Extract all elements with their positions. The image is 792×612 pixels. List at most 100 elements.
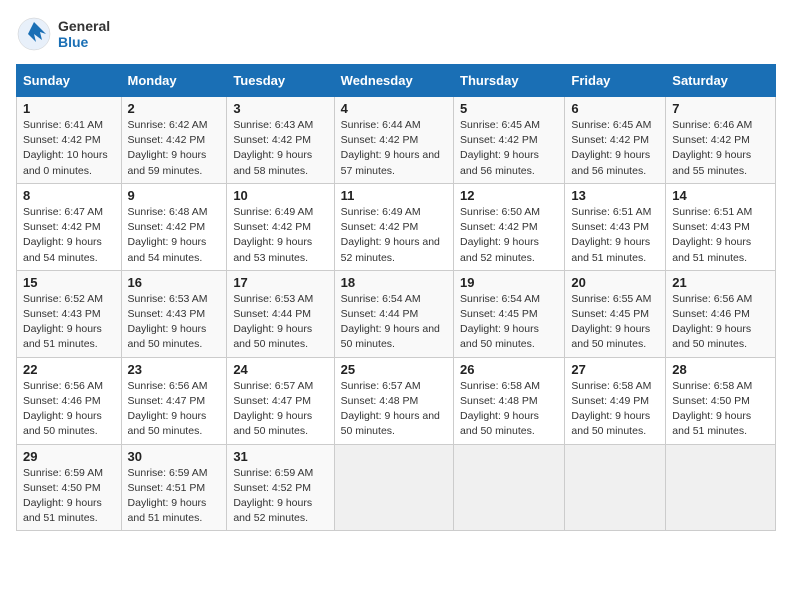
day-number: 28 bbox=[672, 362, 769, 377]
day-info: Sunrise: 6:45 AM Sunset: 4:42 PM Dayligh… bbox=[460, 118, 558, 179]
calendar-cell: 5 Sunrise: 6:45 AM Sunset: 4:42 PM Dayli… bbox=[454, 97, 565, 184]
day-number: 21 bbox=[672, 275, 769, 290]
day-number: 5 bbox=[460, 101, 558, 116]
day-info: Sunrise: 6:42 AM Sunset: 4:42 PM Dayligh… bbox=[128, 118, 221, 179]
calendar-cell: 14 Sunrise: 6:51 AM Sunset: 4:43 PM Dayl… bbox=[666, 183, 776, 270]
calendar-cell: 31 Sunrise: 6:59 AM Sunset: 4:52 PM Dayl… bbox=[227, 444, 334, 531]
calendar-cell: 18 Sunrise: 6:54 AM Sunset: 4:44 PM Dayl… bbox=[334, 270, 453, 357]
day-info: Sunrise: 6:49 AM Sunset: 4:42 PM Dayligh… bbox=[341, 205, 447, 266]
header: General Blue bbox=[16, 16, 776, 52]
day-number: 4 bbox=[341, 101, 447, 116]
day-number: 31 bbox=[233, 449, 327, 464]
day-number: 24 bbox=[233, 362, 327, 377]
calendar-cell: 13 Sunrise: 6:51 AM Sunset: 4:43 PM Dayl… bbox=[565, 183, 666, 270]
day-number: 15 bbox=[23, 275, 115, 290]
day-number: 27 bbox=[571, 362, 659, 377]
calendar-cell: 24 Sunrise: 6:57 AM Sunset: 4:47 PM Dayl… bbox=[227, 357, 334, 444]
day-info: Sunrise: 6:57 AM Sunset: 4:48 PM Dayligh… bbox=[341, 379, 447, 440]
day-number: 8 bbox=[23, 188, 115, 203]
calendar-cell: 30 Sunrise: 6:59 AM Sunset: 4:51 PM Dayl… bbox=[121, 444, 227, 531]
day-number: 20 bbox=[571, 275, 659, 290]
day-number: 13 bbox=[571, 188, 659, 203]
calendar-cell bbox=[334, 444, 453, 531]
calendar-cell: 20 Sunrise: 6:55 AM Sunset: 4:45 PM Dayl… bbox=[565, 270, 666, 357]
calendar-cell: 3 Sunrise: 6:43 AM Sunset: 4:42 PM Dayli… bbox=[227, 97, 334, 184]
day-info: Sunrise: 6:57 AM Sunset: 4:47 PM Dayligh… bbox=[233, 379, 327, 440]
day-number: 9 bbox=[128, 188, 221, 203]
calendar-cell: 19 Sunrise: 6:54 AM Sunset: 4:45 PM Dayl… bbox=[454, 270, 565, 357]
day-info: Sunrise: 6:52 AM Sunset: 4:43 PM Dayligh… bbox=[23, 292, 115, 353]
calendar-cell: 28 Sunrise: 6:58 AM Sunset: 4:50 PM Dayl… bbox=[666, 357, 776, 444]
calendar-cell: 8 Sunrise: 6:47 AM Sunset: 4:42 PM Dayli… bbox=[17, 183, 122, 270]
day-info: Sunrise: 6:59 AM Sunset: 4:52 PM Dayligh… bbox=[233, 466, 327, 527]
day-number: 1 bbox=[23, 101, 115, 116]
calendar-cell: 17 Sunrise: 6:53 AM Sunset: 4:44 PM Dayl… bbox=[227, 270, 334, 357]
calendar-cell: 15 Sunrise: 6:52 AM Sunset: 4:43 PM Dayl… bbox=[17, 270, 122, 357]
day-info: Sunrise: 6:51 AM Sunset: 4:43 PM Dayligh… bbox=[672, 205, 769, 266]
day-info: Sunrise: 6:41 AM Sunset: 4:42 PM Dayligh… bbox=[23, 118, 115, 179]
logo-general: General bbox=[58, 18, 110, 34]
column-header-saturday: Saturday bbox=[666, 65, 776, 97]
calendar-header-row: SundayMondayTuesdayWednesdayThursdayFrid… bbox=[17, 65, 776, 97]
calendar-table: SundayMondayTuesdayWednesdayThursdayFrid… bbox=[16, 64, 776, 531]
day-number: 30 bbox=[128, 449, 221, 464]
calendar-cell: 1 Sunrise: 6:41 AM Sunset: 4:42 PM Dayli… bbox=[17, 97, 122, 184]
day-number: 22 bbox=[23, 362, 115, 377]
calendar-cell bbox=[454, 444, 565, 531]
column-header-tuesday: Tuesday bbox=[227, 65, 334, 97]
calendar-cell: 25 Sunrise: 6:57 AM Sunset: 4:48 PM Dayl… bbox=[334, 357, 453, 444]
day-info: Sunrise: 6:58 AM Sunset: 4:49 PM Dayligh… bbox=[571, 379, 659, 440]
day-info: Sunrise: 6:45 AM Sunset: 4:42 PM Dayligh… bbox=[571, 118, 659, 179]
day-info: Sunrise: 6:58 AM Sunset: 4:48 PM Dayligh… bbox=[460, 379, 558, 440]
calendar-cell: 21 Sunrise: 6:56 AM Sunset: 4:46 PM Dayl… bbox=[666, 270, 776, 357]
day-number: 12 bbox=[460, 188, 558, 203]
calendar-cell: 23 Sunrise: 6:56 AM Sunset: 4:47 PM Dayl… bbox=[121, 357, 227, 444]
column-header-sunday: Sunday bbox=[17, 65, 122, 97]
day-info: Sunrise: 6:44 AM Sunset: 4:42 PM Dayligh… bbox=[341, 118, 447, 179]
logo-icon bbox=[16, 16, 52, 52]
calendar-cell: 6 Sunrise: 6:45 AM Sunset: 4:42 PM Dayli… bbox=[565, 97, 666, 184]
day-number: 19 bbox=[460, 275, 558, 290]
day-number: 2 bbox=[128, 101, 221, 116]
calendar-cell: 26 Sunrise: 6:58 AM Sunset: 4:48 PM Dayl… bbox=[454, 357, 565, 444]
day-number: 16 bbox=[128, 275, 221, 290]
calendar-cell bbox=[666, 444, 776, 531]
calendar-cell: 9 Sunrise: 6:48 AM Sunset: 4:42 PM Dayli… bbox=[121, 183, 227, 270]
calendar-week-row: 8 Sunrise: 6:47 AM Sunset: 4:42 PM Dayli… bbox=[17, 183, 776, 270]
day-info: Sunrise: 6:51 AM Sunset: 4:43 PM Dayligh… bbox=[571, 205, 659, 266]
day-info: Sunrise: 6:54 AM Sunset: 4:44 PM Dayligh… bbox=[341, 292, 447, 353]
logo: General Blue bbox=[16, 16, 110, 52]
column-header-friday: Friday bbox=[565, 65, 666, 97]
calendar-cell: 27 Sunrise: 6:58 AM Sunset: 4:49 PM Dayl… bbox=[565, 357, 666, 444]
day-number: 17 bbox=[233, 275, 327, 290]
calendar-cell: 12 Sunrise: 6:50 AM Sunset: 4:42 PM Dayl… bbox=[454, 183, 565, 270]
day-info: Sunrise: 6:43 AM Sunset: 4:42 PM Dayligh… bbox=[233, 118, 327, 179]
day-number: 3 bbox=[233, 101, 327, 116]
calendar-cell: 22 Sunrise: 6:56 AM Sunset: 4:46 PM Dayl… bbox=[17, 357, 122, 444]
day-info: Sunrise: 6:53 AM Sunset: 4:44 PM Dayligh… bbox=[233, 292, 327, 353]
day-number: 26 bbox=[460, 362, 558, 377]
day-number: 6 bbox=[571, 101, 659, 116]
day-info: Sunrise: 6:56 AM Sunset: 4:46 PM Dayligh… bbox=[672, 292, 769, 353]
calendar-week-row: 22 Sunrise: 6:56 AM Sunset: 4:46 PM Dayl… bbox=[17, 357, 776, 444]
day-info: Sunrise: 6:47 AM Sunset: 4:42 PM Dayligh… bbox=[23, 205, 115, 266]
column-header-thursday: Thursday bbox=[454, 65, 565, 97]
day-number: 10 bbox=[233, 188, 327, 203]
calendar-cell: 4 Sunrise: 6:44 AM Sunset: 4:42 PM Dayli… bbox=[334, 97, 453, 184]
day-info: Sunrise: 6:58 AM Sunset: 4:50 PM Dayligh… bbox=[672, 379, 769, 440]
day-number: 14 bbox=[672, 188, 769, 203]
calendar-cell: 29 Sunrise: 6:59 AM Sunset: 4:50 PM Dayl… bbox=[17, 444, 122, 531]
calendar-cell: 11 Sunrise: 6:49 AM Sunset: 4:42 PM Dayl… bbox=[334, 183, 453, 270]
day-info: Sunrise: 6:54 AM Sunset: 4:45 PM Dayligh… bbox=[460, 292, 558, 353]
day-info: Sunrise: 6:53 AM Sunset: 4:43 PM Dayligh… bbox=[128, 292, 221, 353]
day-info: Sunrise: 6:56 AM Sunset: 4:46 PM Dayligh… bbox=[23, 379, 115, 440]
calendar-week-row: 29 Sunrise: 6:59 AM Sunset: 4:50 PM Dayl… bbox=[17, 444, 776, 531]
logo-blue: Blue bbox=[58, 34, 110, 50]
day-number: 11 bbox=[341, 188, 447, 203]
calendar-cell: 10 Sunrise: 6:49 AM Sunset: 4:42 PM Dayl… bbox=[227, 183, 334, 270]
calendar-week-row: 1 Sunrise: 6:41 AM Sunset: 4:42 PM Dayli… bbox=[17, 97, 776, 184]
calendar-cell: 16 Sunrise: 6:53 AM Sunset: 4:43 PM Dayl… bbox=[121, 270, 227, 357]
day-number: 18 bbox=[341, 275, 447, 290]
day-number: 7 bbox=[672, 101, 769, 116]
calendar-cell: 2 Sunrise: 6:42 AM Sunset: 4:42 PM Dayli… bbox=[121, 97, 227, 184]
